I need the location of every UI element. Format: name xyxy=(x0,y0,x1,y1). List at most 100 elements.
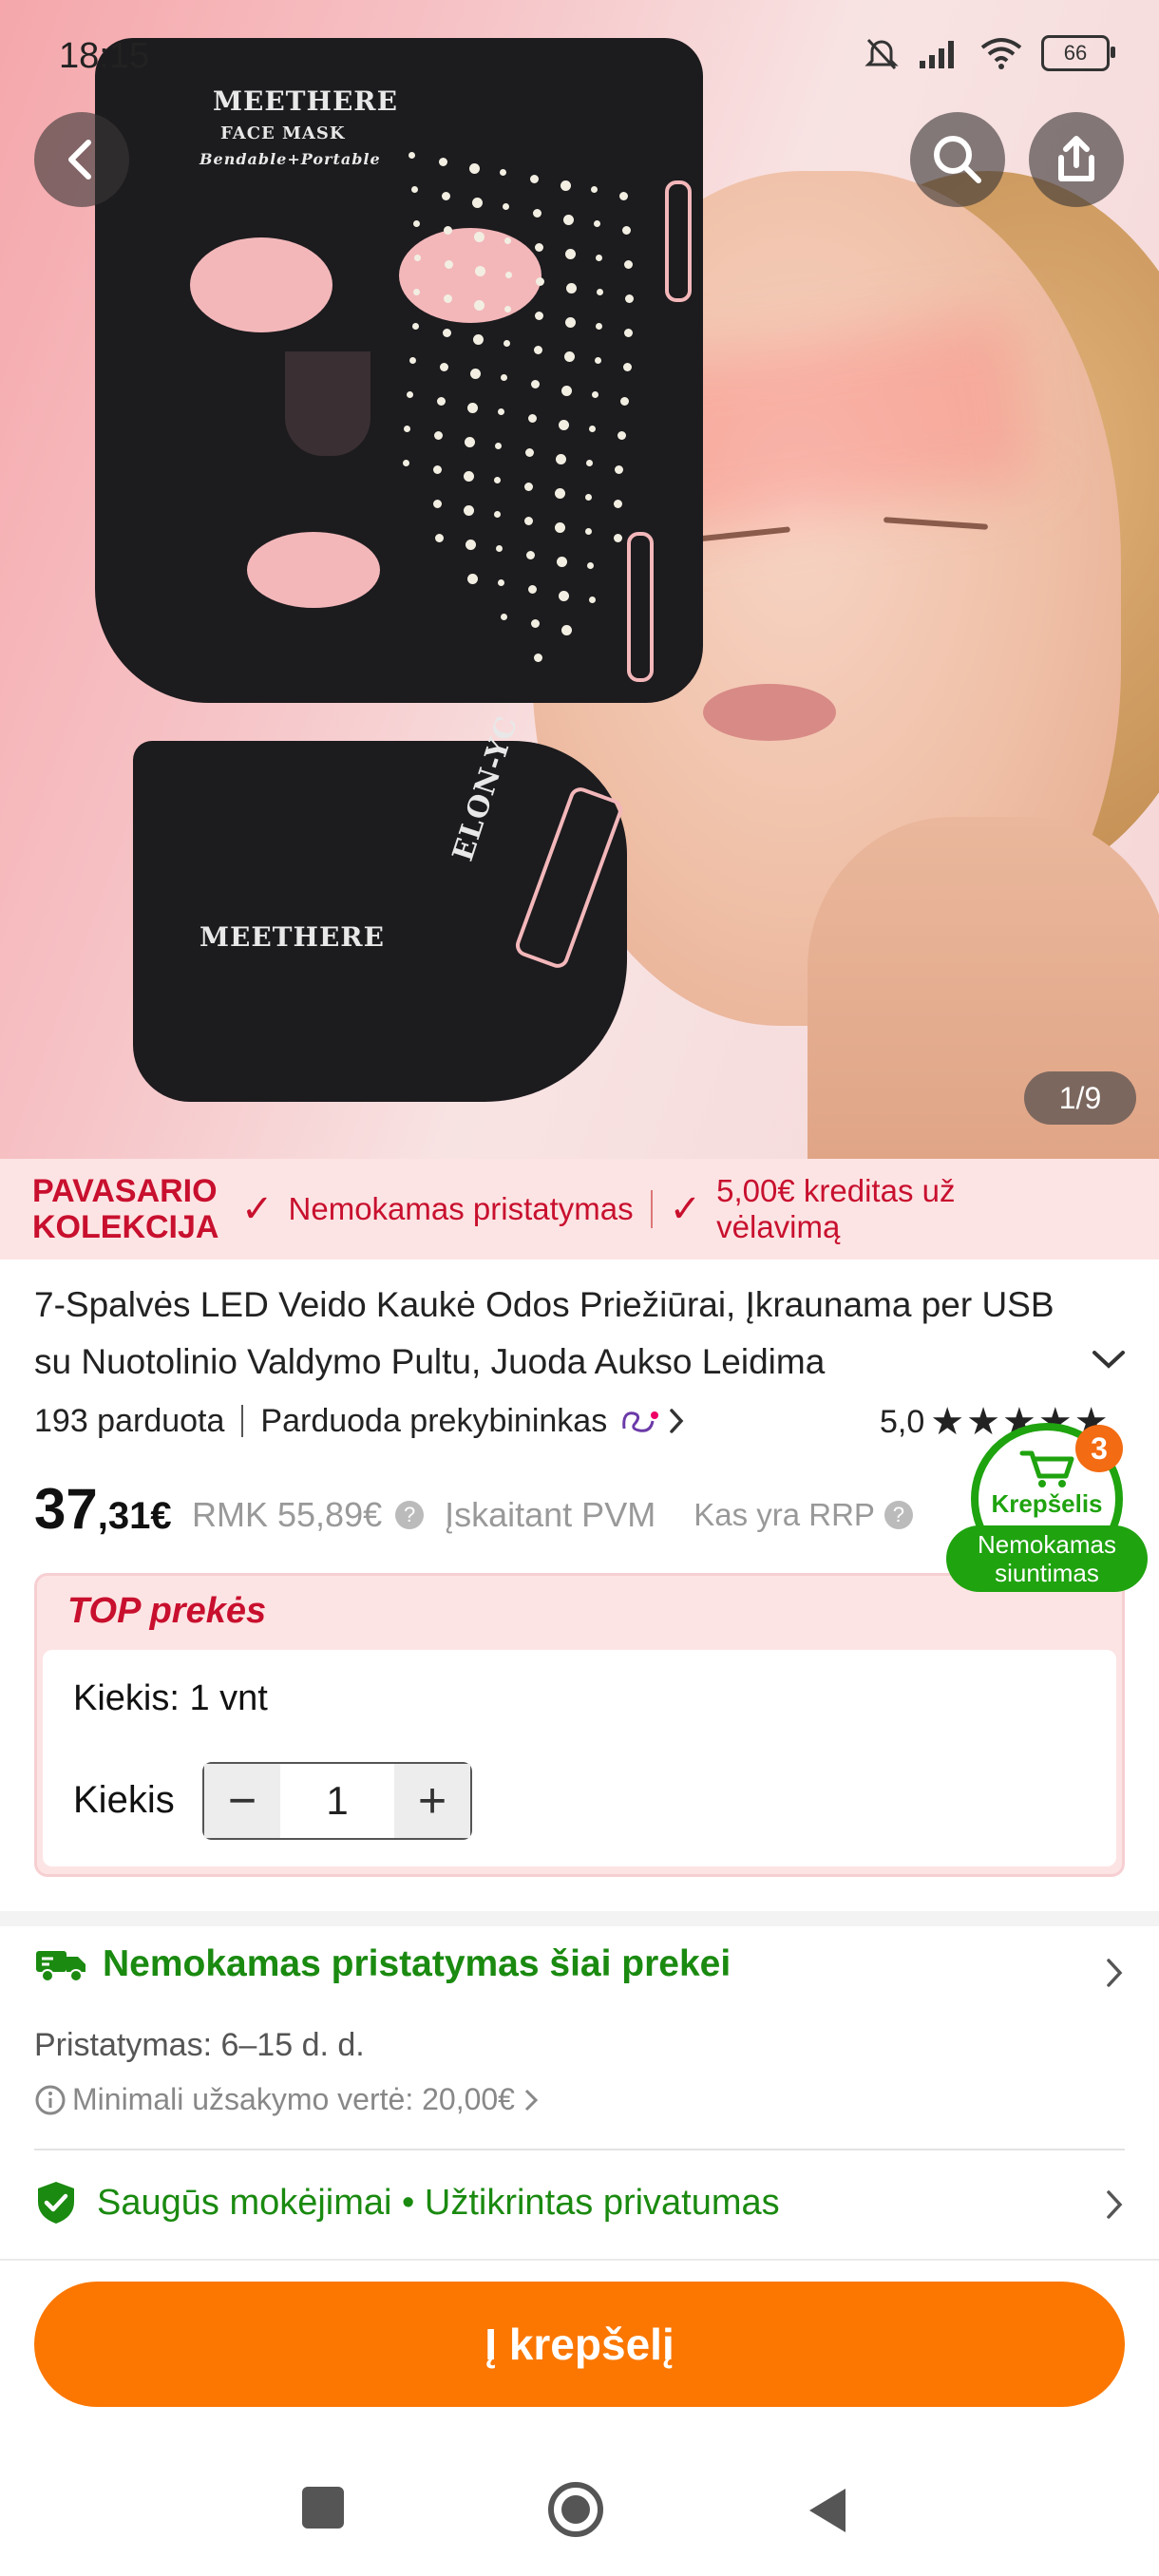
min-order-row[interactable]: Minimali užsakymo vertė: 20,00€ xyxy=(34,2082,542,2117)
promo-title: PAVASARIO KOLEKCIJA xyxy=(32,1173,241,1245)
led-dot xyxy=(532,209,542,218)
search-button[interactable] xyxy=(910,112,1005,207)
led-dot xyxy=(504,272,512,278)
led-dot xyxy=(411,323,419,330)
led-dot xyxy=(565,283,577,294)
cart-icon xyxy=(1019,1450,1074,1487)
led-dot xyxy=(474,232,485,242)
led-dot xyxy=(591,391,598,398)
quantity-info: Kiekis: 1 vnt xyxy=(73,1678,268,1718)
led-dot xyxy=(439,363,448,371)
led-dot xyxy=(441,192,450,200)
back-button[interactable] xyxy=(34,112,129,207)
led-dot xyxy=(593,220,600,227)
product-image[interactable]: MEETHERE FACE MASK Bendable+Portable MEE… xyxy=(0,0,1159,1159)
led-dot xyxy=(525,551,535,559)
meta-row: 193 parduota Parduoda prekybininkas xyxy=(34,1402,689,1440)
chevron-right-icon[interactable] xyxy=(1102,1955,1127,1991)
led-dot xyxy=(403,460,410,466)
led-dot xyxy=(465,437,476,447)
led-dot xyxy=(614,534,623,542)
led-dot xyxy=(585,494,593,501)
chevron-right-icon xyxy=(524,2089,539,2111)
led-dot xyxy=(555,488,566,499)
mask-line1: FACE MASK xyxy=(220,123,346,143)
promo-item1: Nemokamas pristatymas xyxy=(288,1191,634,1226)
security-row[interactable]: Saugūs mokėjimai • Užtikrintas privatuma… xyxy=(34,2179,780,2226)
mask-slot xyxy=(627,532,654,682)
add-to-cart-button[interactable]: Į krepšelį xyxy=(34,2282,1125,2407)
led-dot xyxy=(617,431,626,440)
free-delivery-title: Nemokamas pristatymas šiai prekei xyxy=(103,1943,732,1984)
chevron-right-icon[interactable] xyxy=(664,1405,689,1437)
led-dot xyxy=(624,294,634,303)
quantity-stepper[interactable]: − 1 + xyxy=(202,1762,472,1840)
led-dot xyxy=(467,574,479,584)
promo-title-line1: PAVASARIO xyxy=(32,1173,218,1209)
led-dot xyxy=(442,329,451,337)
led-dot xyxy=(433,465,443,474)
led-dot xyxy=(535,312,544,320)
top-products-box: TOP prekės Kiekis: 1 vnt Kiekis − 1 + xyxy=(34,1573,1125,1877)
led-dot xyxy=(494,477,502,483)
led-dot xyxy=(589,597,597,603)
led-dot xyxy=(596,289,603,295)
led-dot xyxy=(466,403,478,413)
sold-count: 193 parduota xyxy=(34,1402,225,1439)
led-dot xyxy=(527,414,537,423)
mask-eye-hole xyxy=(399,228,542,323)
led-dot xyxy=(501,614,508,620)
recent-apps-button[interactable] xyxy=(302,2487,344,2529)
led-dot xyxy=(558,420,569,430)
led-dot xyxy=(408,152,415,159)
led-dot xyxy=(472,334,484,345)
status-time: 18:15 xyxy=(59,36,150,76)
delivery-time: Pristatymas: 6–15 d. d. xyxy=(34,2027,365,2063)
vat-text: Įskaitant PVM xyxy=(445,1495,656,1534)
meta-separator xyxy=(241,1405,244,1437)
led-dot xyxy=(563,351,575,362)
back-nav-button[interactable] xyxy=(804,2485,851,2536)
help-icon[interactable]: ? xyxy=(884,1501,913,1529)
home-button[interactable] xyxy=(545,2479,606,2540)
promo-bar[interactable]: PAVASARIO KOLEKCIJA ✓ Nemokamas pristaty… xyxy=(0,1159,1159,1260)
quantity-value[interactable]: 1 xyxy=(280,1764,394,1838)
share-button[interactable] xyxy=(1029,112,1124,207)
led-dot xyxy=(530,380,540,388)
led-dot xyxy=(531,619,541,628)
pill-line1: Nemokamas xyxy=(978,1530,1116,1559)
mask-slot xyxy=(665,180,692,302)
led-mask: MEETHERE FACE MASK Bendable+Portable xyxy=(95,38,703,703)
led-dot xyxy=(464,471,475,482)
section-divider xyxy=(0,2259,1159,2261)
free-shipping-pill[interactable]: Nemokamas siuntimas xyxy=(946,1525,1148,1592)
led-dot xyxy=(495,545,503,552)
free-delivery-row[interactable]: Nemokamas pristatymas šiai prekei xyxy=(34,1943,731,1985)
led-dot xyxy=(524,517,534,525)
mask-mouth-hole xyxy=(247,532,380,608)
top-label: TOP prekės xyxy=(67,1591,267,1631)
led-dot xyxy=(560,386,572,396)
led-dot xyxy=(494,511,502,518)
cart-count-badge: 3 xyxy=(1075,1425,1123,1472)
rrp-price: RMK 55,89€ xyxy=(192,1495,383,1534)
seller-logo-icon[interactable] xyxy=(617,1402,664,1440)
help-icon[interactable]: ? xyxy=(395,1501,425,1529)
chevron-down-icon[interactable] xyxy=(1091,1347,1127,1372)
mask-brand: MEETHERE xyxy=(213,85,398,117)
led-dot xyxy=(469,369,481,379)
chevron-right-icon[interactable] xyxy=(1102,2187,1127,2223)
led-dot xyxy=(408,357,416,364)
led-dot xyxy=(444,226,453,235)
minus-icon: − xyxy=(227,1773,257,1828)
what-is-rrp[interactable]: Kas yra RRP xyxy=(694,1497,875,1533)
decrease-button[interactable]: − xyxy=(204,1764,280,1838)
increase-button[interactable]: + xyxy=(394,1764,470,1838)
led-dot xyxy=(433,500,443,508)
led-dot xyxy=(439,158,447,166)
led-dot xyxy=(406,391,413,398)
seller-text[interactable]: Parduoda prekybininkas xyxy=(260,1403,607,1440)
led-dot xyxy=(524,483,534,491)
led-dot xyxy=(528,585,538,594)
led-dot xyxy=(565,317,577,328)
